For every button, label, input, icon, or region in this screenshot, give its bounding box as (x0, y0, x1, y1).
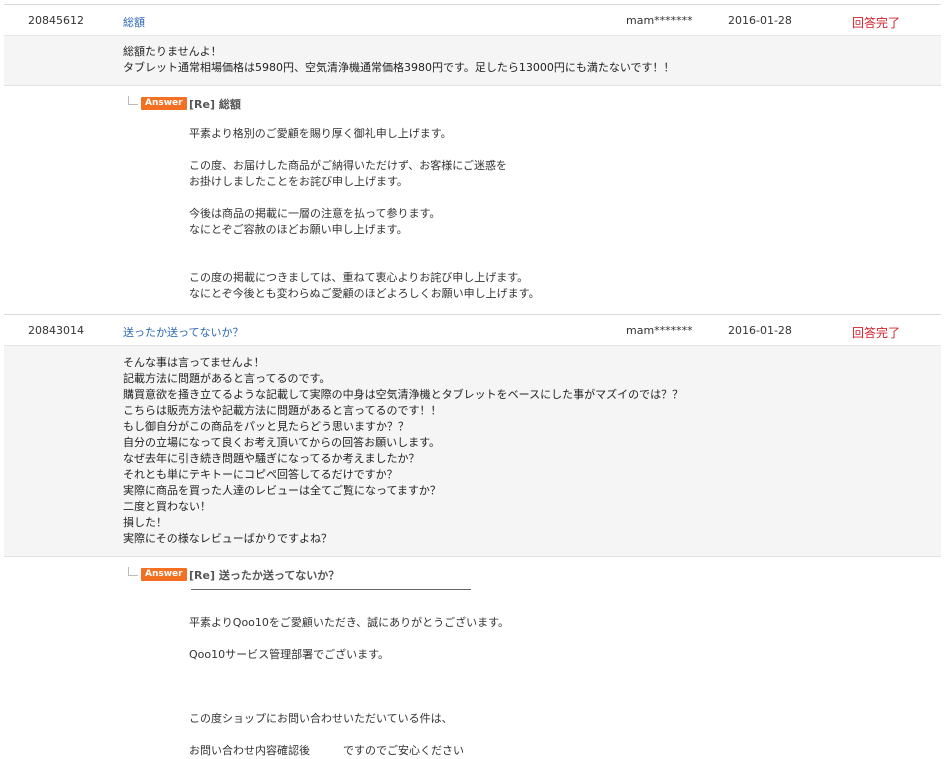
question-date: 2016-01-28 (728, 324, 792, 337)
answer-body: 平素よりQoo10をご愛顧いただき、誠にありがとうございます。 Qoo10サービ… (189, 616, 510, 757)
question-id: 20843014 (28, 324, 84, 337)
question-row[interactable]: 20843014 送ったか送ってないか？ mam******* 2016-01-… (4, 314, 941, 346)
question-id: 20845612 (28, 14, 84, 27)
question-date: 2016-01-28 (728, 14, 792, 27)
answer-badge: Answer (141, 97, 187, 110)
answer-section: Answer [Re] 総額 平素より格別のご愛顧を賜り厚く御礼申し上げます。 … (4, 86, 941, 315)
answer-title: [Re] 送ったか送ってないか？ (189, 569, 340, 582)
answer-badge: Answer (141, 568, 187, 581)
reply-elbow-icon (128, 96, 138, 105)
answer-body: 平素より格別のご愛顧を賜り厚く御礼申し上げます。 この度、お届けした商品がご納得… (189, 127, 540, 300)
status-badge: 回答完了 (852, 16, 901, 30)
qa-item: 20845612 総額 mam******* 2016-01-28 回答完了 総… (4, 4, 941, 315)
status-badge: 回答完了 (852, 326, 901, 340)
answer-separator (191, 589, 471, 590)
qa-item: 20843014 送ったか送ってないか？ mam******* 2016-01-… (4, 314, 941, 757)
question-row[interactable]: 20845612 総額 mam******* 2016-01-28 回答完了 (4, 4, 941, 36)
question-body: そんな事は言ってませんよ！ 記載方法に問題があると言ってるのです。 購買意欲を掻… (4, 346, 941, 557)
question-title-link[interactable]: 総額 (123, 14, 145, 30)
question-title-link[interactable]: 送ったか送ってないか？ (123, 324, 243, 340)
answer-title: [Re] 総額 (189, 98, 241, 111)
reply-elbow-icon (128, 567, 138, 576)
question-user: mam******* (626, 14, 693, 27)
question-user: mam******* (626, 324, 693, 337)
question-body: 総額たりませんよ！ タブレット通常相場価格は5980円、空気清浄機通常価格398… (4, 36, 941, 86)
answer-section: Answer [Re] 送ったか送ってないか？ 平素よりQoo10をご愛顧いただ… (4, 557, 941, 757)
